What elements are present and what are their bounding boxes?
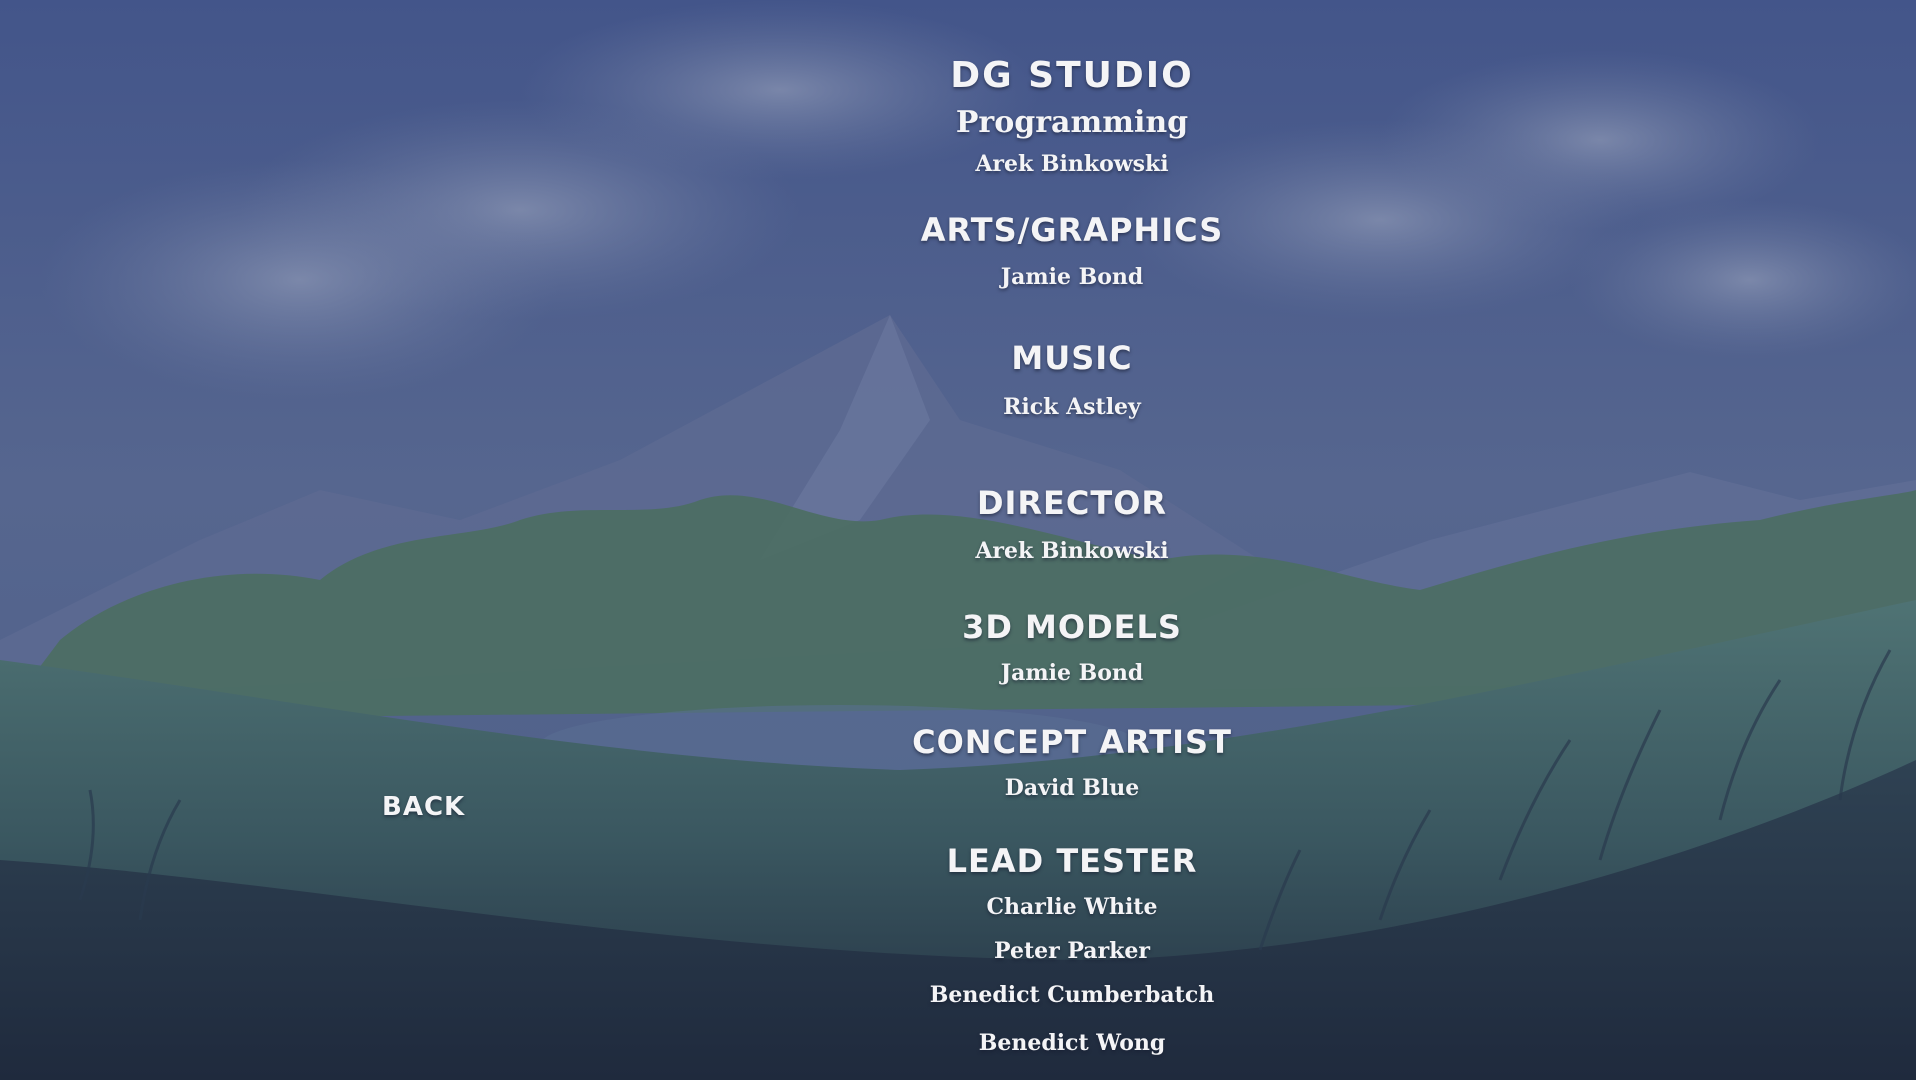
credit-name: Charlie White: [986, 894, 1158, 920]
section-heading-concept-artist: CONCEPT ARTIST: [912, 723, 1232, 761]
credits-scroll: DG STUDIO Programming Arek Binkowski ART…: [0, 0, 1916, 1080]
section-heading-music: MUSIC: [1011, 339, 1133, 377]
section-heading-3d-models: 3D MODELS: [962, 608, 1182, 646]
section-heading-director: DIRECTOR: [976, 484, 1168, 522]
back-button[interactable]: BACK: [382, 792, 465, 822]
credit-name: David Blue: [1004, 775, 1140, 801]
credit-name: Jamie Bond: [1000, 264, 1144, 290]
credit-name: Arek Binkowski: [975, 538, 1169, 564]
credit-name: Rick Astley: [1003, 394, 1141, 420]
credit-name: Jamie Bond: [1000, 660, 1144, 686]
studio-title: DG STUDIO: [950, 55, 1194, 96]
credit-name: Benedict Wong: [978, 1030, 1166, 1056]
credit-name: Arek Binkowski: [975, 151, 1169, 177]
section-heading-arts-graphics: ARTS/GRAPHICS: [920, 211, 1224, 249]
section-heading-lead-tester: LEAD TESTER: [946, 842, 1198, 880]
credit-name: Peter Parker: [994, 938, 1150, 964]
credit-name: Benedict Cumberbatch: [929, 982, 1215, 1008]
section-heading-programming: Programming: [955, 105, 1189, 140]
